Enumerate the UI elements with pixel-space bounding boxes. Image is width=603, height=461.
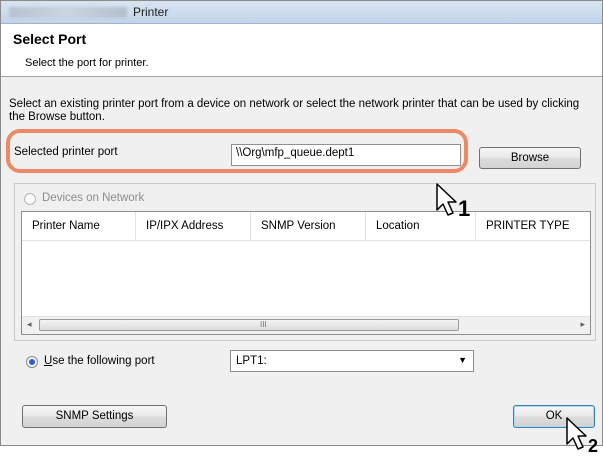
use-following-port-radio[interactable] xyxy=(26,356,38,368)
browse-button-label: Browse xyxy=(510,152,550,164)
column-printer-name[interactable]: Printer Name xyxy=(22,212,136,240)
column-ip-address[interactable]: IP/IPX Address xyxy=(136,212,251,240)
cursor-arrow-shape xyxy=(436,183,457,216)
obscured-printer-name xyxy=(9,7,127,18)
cursor-arrow-2-shape xyxy=(566,417,587,450)
ok-button-label: OK xyxy=(545,410,563,422)
snmp-settings-label: SNMP Settings xyxy=(55,410,134,422)
devices-list-header: Printer Name IP/IPX Address SNMP Version… xyxy=(22,212,590,241)
scrollbar-thumb[interactable]: III xyxy=(39,319,459,331)
selected-port-field[interactable]: \\Org\mfp_queue.dept1 xyxy=(231,144,461,166)
scroll-left-icon[interactable]: ◂ xyxy=(27,319,32,330)
title-bar: Printer xyxy=(1,1,602,24)
devices-on-network-radio[interactable] xyxy=(24,193,36,205)
step-1-callout: 1 xyxy=(458,196,471,221)
use-following-port-label: Use the following port xyxy=(44,355,155,367)
scroll-grip-icon: III xyxy=(260,320,267,329)
port-select[interactable]: LPT1: ▼ xyxy=(230,350,474,372)
window-title: Printer xyxy=(133,5,169,19)
devices-list[interactable]: Printer Name IP/IPX Address SNMP Version… xyxy=(21,211,591,335)
page-title: Select Port xyxy=(13,31,87,47)
column-printer-type[interactable]: PRINTER TYPE xyxy=(476,212,590,240)
browse-button[interactable]: Browse xyxy=(479,147,581,169)
use-following-port-label-rest: se the following port xyxy=(52,355,155,367)
column-snmp-version[interactable]: SNMP Version xyxy=(251,212,366,240)
printer-dialog: Printer Select Port Select the port for … xyxy=(0,0,603,446)
selected-port-label: Selected printer port xyxy=(14,146,118,158)
step-2-callout: 2 xyxy=(588,436,599,456)
snmp-settings-button[interactable]: SNMP Settings xyxy=(22,405,167,428)
page-subtitle: Select the port for printer. xyxy=(25,57,149,69)
chevron-down-icon[interactable]: ▼ xyxy=(458,355,467,365)
horizontal-scrollbar[interactable]: ◂ III ▸ xyxy=(22,316,590,334)
scroll-right-icon[interactable]: ▸ xyxy=(580,319,585,330)
devices-on-network-label: Devices on Network xyxy=(42,192,145,204)
instruction-text: Select an existing printer port from a d… xyxy=(9,98,580,123)
wizard-header: Select Port Select the port for printer. xyxy=(1,24,602,77)
port-select-value: LPT1: xyxy=(236,355,267,367)
